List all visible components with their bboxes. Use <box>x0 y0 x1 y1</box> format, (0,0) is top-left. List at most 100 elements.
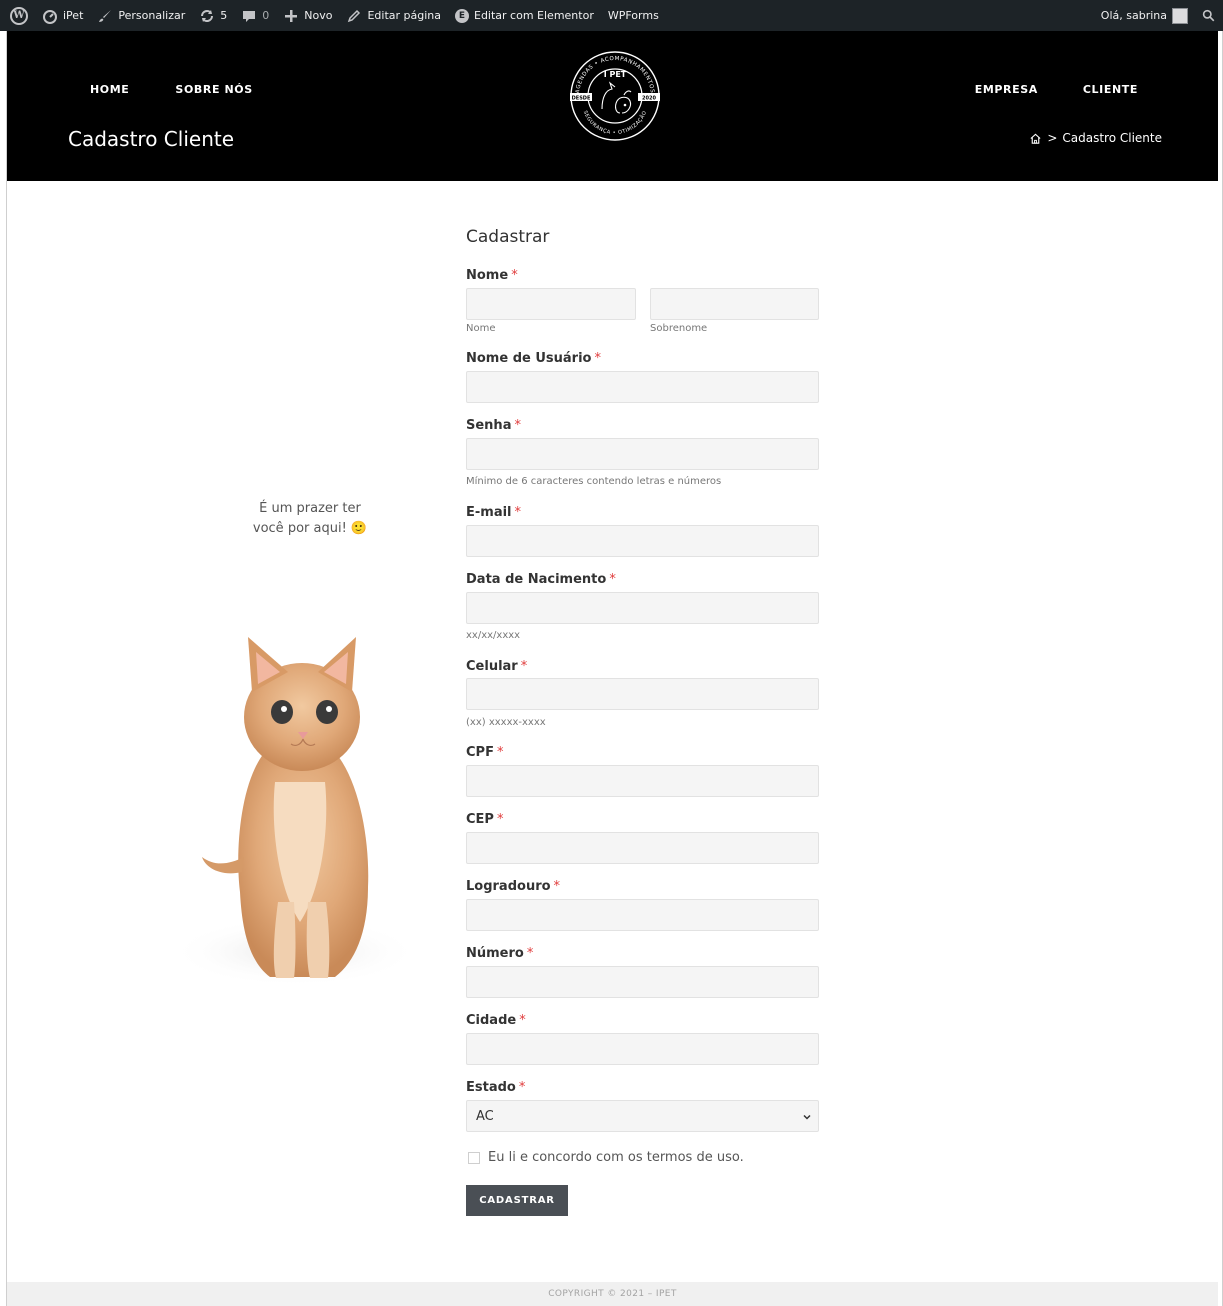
greeting: Olá, sabrina <box>1100 9 1167 22</box>
street-label: Logradouro * <box>466 879 560 894</box>
chevron-down-icon <box>803 1114 811 1120</box>
phone-hint: (xx) xxxxx-xxxx <box>466 717 546 728</box>
kitten-image <box>170 637 420 987</box>
password-hint: Mínimo de 6 caracteres contendo letras e… <box>466 476 722 487</box>
breadcrumb-separator: > <box>1047 131 1058 145</box>
plus-icon <box>285 9 298 22</box>
birthdate-hint: xx/xx/xxxx <box>466 630 521 641</box>
birthdate-input[interactable] <box>466 592 819 624</box>
edit-page-link[interactable]: Editar página <box>339 0 448 31</box>
comment-icon <box>243 10 256 22</box>
terms-checkbox[interactable] <box>468 1151 480 1164</box>
phone-input[interactable] <box>466 678 819 710</box>
brush-icon <box>99 9 112 22</box>
cep-label-text: CEP <box>466 812 494 827</box>
cep-label: CEP * <box>466 812 503 827</box>
birthdate-label: Data de Nacimento * <box>466 572 616 587</box>
required-mark: * <box>496 812 504 827</box>
username-input[interactable] <box>466 371 819 403</box>
pencil-icon <box>348 9 361 22</box>
welcome-line-2: você por aqui! 🙂 <box>252 521 368 536</box>
nav-cliente[interactable]: CLIENTE <box>1083 83 1138 96</box>
comments-count: 0 <box>262 9 270 22</box>
city-label: Cidade * <box>466 1013 526 1028</box>
new-content-link[interactable]: Novo <box>276 0 339 31</box>
logo-left-tag: DESDE <box>572 95 591 101</box>
state-select[interactable]: AC <box>466 1100 819 1132</box>
updates-link[interactable]: 5 <box>192 0 234 31</box>
required-mark: * <box>553 879 561 894</box>
email-input[interactable] <box>466 525 819 557</box>
customize-label: Personalizar <box>118 9 186 22</box>
edit-elementor-link[interactable]: E Editar com Elementor <box>448 0 601 31</box>
breadcrumb-current: Cadastro Cliente <box>1062 131 1162 145</box>
nome-label: Nome * <box>466 268 518 283</box>
nav-home[interactable]: HOME <box>90 83 129 96</box>
updates-count: 5 <box>220 9 228 22</box>
username-label-text: Nome de Usuário <box>466 351 592 366</box>
logo-right-tag: 2020 <box>642 95 656 101</box>
avatar <box>1172 7 1188 24</box>
new-label: Novo <box>304 9 333 22</box>
edit-page-label: Editar página <box>367 9 441 22</box>
submit-button[interactable]: CADASTRAR <box>466 1185 568 1216</box>
cep-input[interactable] <box>466 832 819 864</box>
form-title: Cadastrar <box>466 227 550 247</box>
last-name-input[interactable] <box>650 288 819 320</box>
nome-label-text: Nome <box>466 268 509 283</box>
home-icon[interactable] <box>1029 132 1042 145</box>
customize-link[interactable]: Personalizar <box>90 0 192 31</box>
elementor-icon: E <box>455 8 469 23</box>
welcome-message: É um prazer ter você por aqui! 🙂 <box>230 499 390 539</box>
search-icon <box>1202 9 1215 22</box>
last-name-sublabel: Sobrenome <box>650 323 708 334</box>
state-select-value: AC <box>476 1108 494 1124</box>
required-mark: * <box>520 659 528 674</box>
nav-empresa[interactable]: EMPRESA <box>975 83 1038 96</box>
required-mark: * <box>526 946 534 961</box>
email-label: E-mail * <box>466 505 521 520</box>
ipet-logo[interactable]: AGENDAS • ACOMPANHAMENTOS SEGURANÇA • OT… <box>562 43 668 149</box>
required-mark: * <box>514 418 521 433</box>
cpf-label: CPF * <box>466 745 503 760</box>
required-mark: * <box>514 505 522 520</box>
terms-label: Eu li e concordo com os termos de uso. <box>488 1150 744 1165</box>
site-header: HOME SOBRE NÓS AGENDAS • ACOMPANHAMENTOS… <box>7 31 1218 181</box>
wpforms-label: WPForms <box>607 9 659 22</box>
account-menu[interactable]: Olá, sabrina <box>1094 0 1195 31</box>
required-mark: * <box>518 1080 526 1095</box>
wp-logo-menu[interactable]: W <box>0 0 35 31</box>
footer-copyright: COPYRIGHT © 2021 – IPET <box>7 1282 1218 1306</box>
street-label-text: Logradouro <box>466 879 551 894</box>
terms-row: Eu li e concordo com os termos de uso. <box>468 1150 744 1165</box>
welcome-line-1: É um prazer ter <box>259 501 361 516</box>
required-mark: * <box>496 745 504 760</box>
cpf-input[interactable] <box>466 765 819 797</box>
required-mark: * <box>511 268 518 283</box>
breadcrumb: > Cadastro Cliente <box>1029 131 1162 145</box>
logo-name: I PET <box>604 70 627 79</box>
first-name-sublabel: Nome <box>466 323 496 334</box>
city-input[interactable] <box>466 1033 819 1065</box>
wordpress-icon: W <box>10 6 28 25</box>
state-label-text: Estado <box>466 1080 516 1095</box>
comments-link[interactable]: 0 <box>234 0 276 31</box>
cpf-label-text: CPF <box>466 745 494 760</box>
number-label-text: Número <box>466 946 524 961</box>
page-title: Cadastro Cliente <box>68 127 235 151</box>
dashboard-icon <box>43 9 57 24</box>
number-input[interactable] <box>466 966 819 998</box>
password-input[interactable] <box>466 438 819 470</box>
admin-search-button[interactable] <box>1195 0 1223 31</box>
admin-bar: W iPet Personalizar 5 0 Novo Editar pági… <box>0 0 1223 31</box>
street-input[interactable] <box>466 899 819 931</box>
site-name-menu[interactable]: iPet <box>35 0 90 31</box>
required-mark: * <box>519 1013 526 1028</box>
senha-label-text: Senha <box>466 418 512 433</box>
main-nav-right: EMPRESA CLIENTE <box>975 83 1138 96</box>
first-name-input[interactable] <box>466 288 636 320</box>
nav-sobre-nos[interactable]: SOBRE NÓS <box>175 83 252 96</box>
wpforms-link[interactable]: WPForms <box>601 0 666 31</box>
username-label: Nome de Usuário * <box>466 351 601 366</box>
state-label: Estado * <box>466 1080 525 1095</box>
